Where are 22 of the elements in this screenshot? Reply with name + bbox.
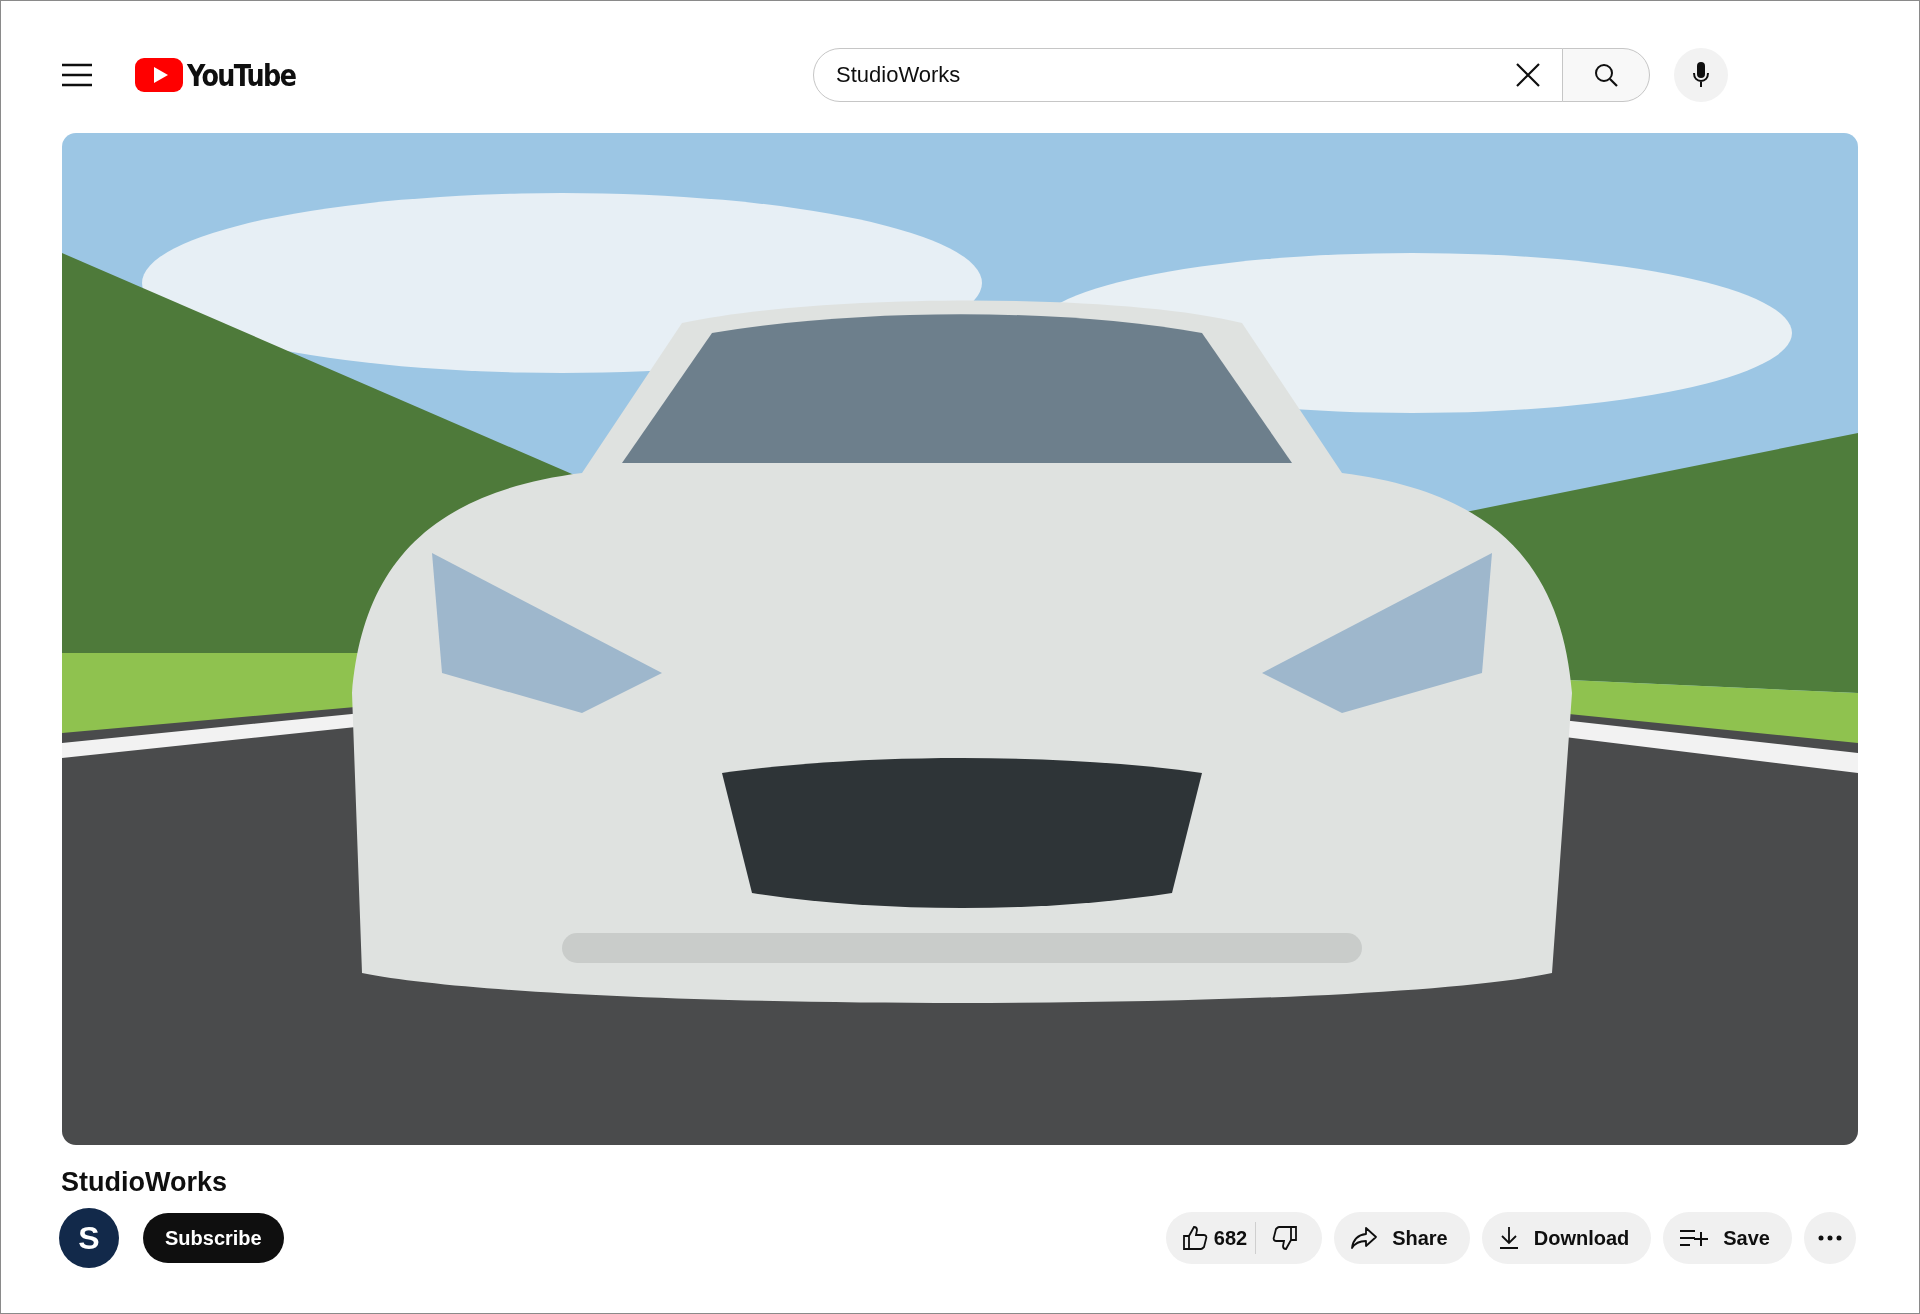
thumbs-up-icon xyxy=(1181,1225,1208,1251)
channel-avatar[interactable]: S xyxy=(59,1208,119,1268)
like-count: 682 xyxy=(1213,1226,1248,1250)
like-button[interactable]: 682 xyxy=(1165,1212,1256,1264)
save-button[interactable]: Save xyxy=(1663,1212,1792,1264)
subscribe-button[interactable]: Subscribe xyxy=(143,1213,284,1263)
search-field[interactable]: StudioWorks xyxy=(813,48,1563,102)
search-icon xyxy=(1593,62,1619,88)
youtube-logo[interactable]: YouTube xyxy=(135,57,319,93)
more-button[interactable] xyxy=(1804,1212,1856,1264)
download-icon xyxy=(1497,1226,1520,1250)
search-button[interactable] xyxy=(1562,48,1650,102)
video-title: StudioWorks xyxy=(61,1167,227,1198)
share-button[interactable]: Share xyxy=(1334,1212,1470,1264)
playlist-add-icon xyxy=(1679,1228,1710,1248)
share-arrow-icon xyxy=(1350,1226,1379,1250)
thumbs-down-icon xyxy=(1272,1225,1299,1251)
close-icon[interactable] xyxy=(1515,62,1541,88)
more-icon xyxy=(1818,1235,1842,1241)
microphone-icon xyxy=(1692,61,1710,89)
download-button[interactable]: Download xyxy=(1481,1212,1652,1264)
menu-icon[interactable] xyxy=(61,63,93,87)
